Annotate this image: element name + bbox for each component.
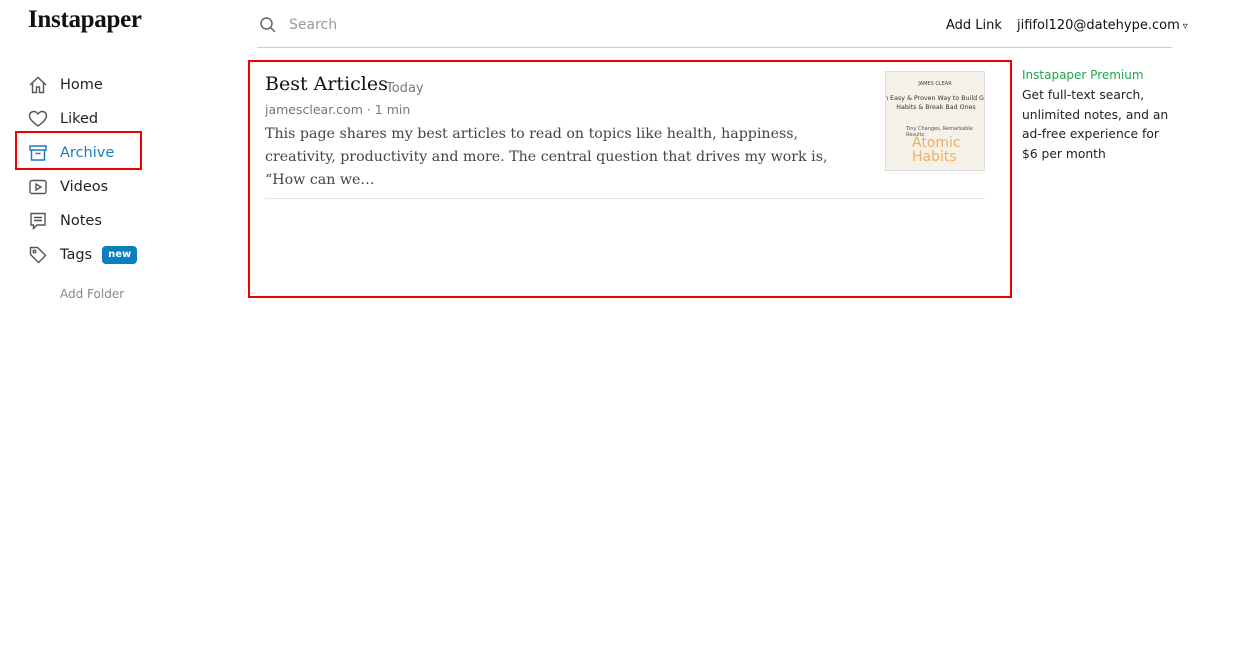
thumbnail-subtitle: n Easy & Proven Way to Build Go Habits &… [885,95,985,111]
app-logo[interactable]: Instapaper [28,6,142,34]
add-link-button[interactable]: Add Link [946,18,1002,33]
search-icon[interactable] [259,16,277,38]
notes-icon [28,211,48,231]
sidebar-item-videos[interactable]: Videos [28,174,108,200]
new-badge: new [102,246,138,264]
tag-icon [28,245,48,265]
sidebar-item-home[interactable]: Home [28,72,103,98]
sidebar-item-notes[interactable]: Notes [28,208,102,234]
home-icon [28,75,48,95]
article-meta: jamesclear.com · 1 min [265,102,411,117]
sidebar-item-label: Liked [60,111,99,127]
article-item[interactable]: Best Articles Today jamesclear.com · 1 m… [265,70,985,199]
video-icon [28,177,48,197]
sidebar-item-label: Home [60,77,103,93]
premium-title[interactable]: Instapaper Premium [1022,68,1172,82]
thumbnail-author: JAMES CLEAR [918,81,952,87]
premium-promo: Instapaper Premium Get full-text search,… [1022,68,1172,164]
archive-icon [28,143,48,163]
article-thumbnail[interactable]: JAMES CLEAR n Easy & Proven Way to Build… [885,71,985,171]
top-bar: Add Link jififol120@datehype.com▿ [257,0,1188,48]
article-date: Today [386,81,424,96]
article-title[interactable]: Best Articles [265,73,388,95]
heart-icon [28,109,48,129]
article-excerpt: This page shares my best articles to rea… [265,126,828,188]
sidebar-item-tags[interactable]: Tags new [28,242,138,268]
add-folder-link[interactable]: Add Folder [60,287,124,301]
sidebar-item-liked[interactable]: Liked [28,106,98,132]
thumbnail-title: Atomic Habits [912,135,961,165]
sidebar-item-label: Notes [60,213,102,229]
sidebar-item-label: Archive [60,145,115,161]
chevron-down-icon: ▿ [1182,21,1188,32]
sidebar-item-label: Tags [60,247,93,263]
account-email: jififol120@datehype.com [1017,18,1180,33]
sidebar-item-label: Videos [60,179,109,195]
premium-body: Get full-text search, unlimited notes, a… [1022,88,1169,161]
account-menu[interactable]: jififol120@datehype.com ▿ [1017,18,1188,33]
search-input[interactable] [289,12,689,38]
sidebar-item-archive[interactable]: Archive [28,140,114,166]
